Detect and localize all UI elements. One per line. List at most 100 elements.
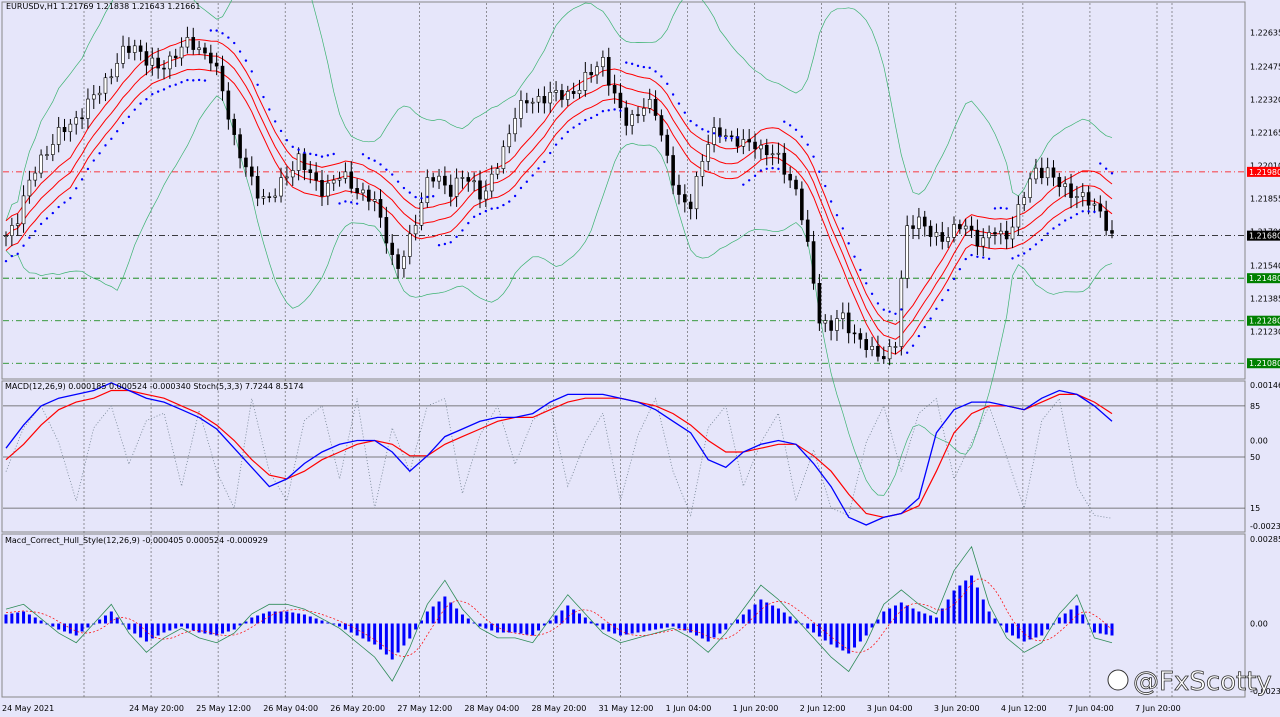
- hull-histogram-bar: [858, 623, 862, 642]
- sar-dot: [75, 187, 78, 190]
- candle-body: [513, 118, 517, 135]
- candle-body: [384, 217, 389, 244]
- sar-dot: [800, 135, 804, 138]
- candle-body: [753, 141, 757, 150]
- candle-body: [1045, 167, 1050, 179]
- candle-body: [788, 174, 792, 181]
- hull-histogram-bar: [10, 613, 14, 624]
- macd-tick-label: 0.001466: [1250, 381, 1280, 390]
- candle-body: [525, 100, 529, 104]
- sar-dot: [835, 213, 839, 217]
- hull-histogram-bar: [501, 623, 505, 633]
- sar-dot: [39, 222, 43, 226]
- candle-body: [191, 37, 196, 50]
- hull-histogram-bar: [741, 614, 745, 624]
- sar-dot: [174, 83, 177, 86]
- candle-body: [1069, 183, 1073, 198]
- sar-dot: [747, 179, 751, 182]
- candle-body: [1092, 203, 1097, 206]
- candle-body: [1016, 204, 1021, 228]
- candle-body: [337, 178, 342, 181]
- sar-dot: [888, 310, 891, 313]
- hull-histogram-bar: [888, 608, 892, 624]
- sar-dot: [443, 242, 447, 246]
- time-tick-label: 26 May 20:00: [330, 704, 385, 713]
- trading-chart[interactable]: 0.001466850.005015-0.002329 0.002850.00-…: [0, 0, 1280, 717]
- hull-histogram-bar: [226, 623, 230, 632]
- hull-histogram-bar: [232, 623, 236, 630]
- hull-histogram-bar: [794, 620, 798, 624]
- candle-body: [443, 175, 447, 186]
- candle-body: [39, 154, 43, 174]
- candle-body: [1004, 230, 1009, 240]
- hull-histogram-bar: [771, 605, 775, 624]
- candle-body: [864, 339, 869, 350]
- sar-dot: [192, 79, 195, 82]
- candle-body: [27, 179, 32, 197]
- hull-histogram-bar: [1057, 617, 1061, 624]
- candle-body: [302, 153, 307, 171]
- candle-body: [378, 199, 383, 218]
- sar-dot: [1017, 254, 1020, 257]
- time-tick-label: 24 May 2021: [2, 704, 54, 713]
- sar-dot: [1058, 223, 1061, 226]
- hull-histogram-bar: [917, 611, 921, 624]
- candle-body: [45, 154, 49, 156]
- candle-body: [454, 177, 459, 197]
- hull-histogram-bar: [554, 615, 558, 624]
- candle-body: [729, 135, 734, 138]
- hull-histogram-bar: [16, 612, 20, 624]
- hull-histogram-bar: [22, 611, 26, 624]
- sar-dot: [16, 252, 19, 256]
- candle-body: [905, 225, 909, 279]
- sar-dot: [999, 206, 1003, 210]
- candle-body: [688, 201, 693, 210]
- sar-dot: [373, 159, 376, 162]
- hull-histogram-bar: [835, 623, 839, 648]
- hull-histogram-bar: [788, 616, 792, 624]
- hull-histogram-bar: [1040, 623, 1044, 636]
- candle-body: [946, 237, 950, 242]
- candle-body: [952, 224, 956, 238]
- candle-body: [876, 346, 880, 357]
- candle-body: [343, 171, 348, 179]
- sar-dot: [115, 130, 119, 133]
- time-tick-label: 28 May 04:00: [464, 704, 519, 713]
- sar-dot: [508, 200, 511, 203]
- sar-dot: [484, 209, 488, 213]
- hull-histogram-bar: [882, 611, 886, 624]
- hull-histogram-bar: [753, 604, 757, 624]
- candle-body: [671, 155, 675, 186]
- hull-tick-label: 0.00: [1250, 620, 1268, 629]
- sar-dot: [812, 155, 815, 158]
- candle-body: [361, 189, 365, 194]
- sar-dot: [847, 242, 850, 245]
- sar-dot: [958, 267, 962, 271]
- sar-dot: [186, 78, 189, 82]
- candle-body: [367, 189, 371, 202]
- candle-body: [636, 114, 640, 116]
- price-marker-label: 1.21280: [1249, 317, 1280, 326]
- hull-histogram-bar: [291, 612, 295, 624]
- candle-body: [817, 283, 822, 324]
- sar-dot: [537, 167, 540, 170]
- candle-body: [127, 45, 131, 53]
- macd-tick-label: 15: [1250, 504, 1260, 513]
- sar-dot: [490, 207, 493, 210]
- candle-body: [665, 134, 670, 156]
- sar-dot: [478, 212, 482, 216]
- candle-body: [805, 219, 810, 242]
- candle-body: [993, 232, 997, 235]
- sar-dot: [379, 163, 382, 166]
- candle-body: [794, 179, 798, 190]
- hull-histogram-bar: [484, 623, 488, 629]
- time-tick-label: 1 Jun 20:00: [733, 704, 779, 713]
- hull-histogram-bar: [27, 614, 31, 624]
- hull-histogram-bar: [256, 615, 260, 624]
- sar-dot: [677, 102, 681, 105]
- sar-dot: [1011, 257, 1014, 260]
- time-tick-label: 3 Jun 04:00: [867, 704, 913, 713]
- hull-histogram-bar: [630, 623, 634, 634]
- hull-histogram-bar: [174, 623, 178, 629]
- candle-body: [238, 134, 242, 159]
